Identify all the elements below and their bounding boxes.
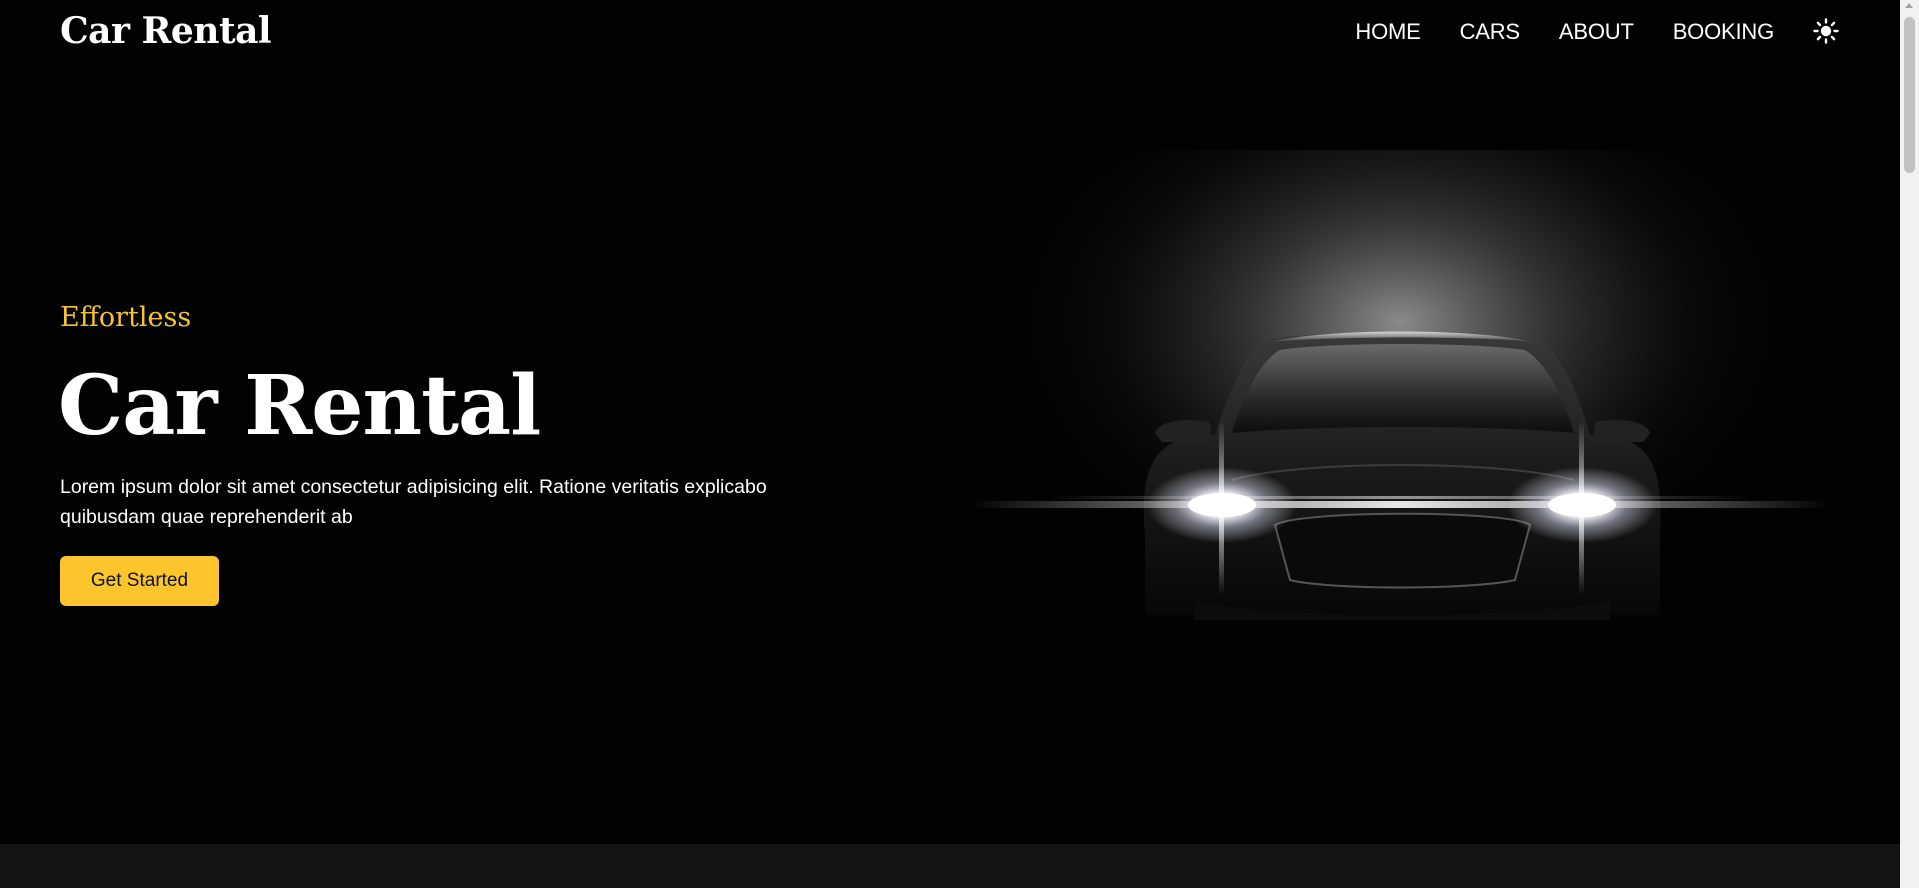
nav-link-cars[interactable]: CARS: [1460, 15, 1521, 49]
scroll-thumb[interactable]: [1904, 17, 1915, 173]
scroll-up-arrow-icon[interactable]: [1905, 3, 1913, 8]
nav-link-booking[interactable]: BOOKING: [1673, 15, 1774, 49]
theme-toggle-button[interactable]: [1811, 16, 1841, 46]
brand-logo[interactable]: Car Rental: [60, 8, 272, 54]
get-started-button[interactable]: Get Started: [60, 556, 219, 606]
nav-menu: HOME CARS ABOUT BOOKING: [1355, 15, 1774, 49]
page-scrollbar[interactable]: [1900, 0, 1919, 888]
next-section: [0, 844, 1900, 888]
nav-link-about[interactable]: ABOUT: [1559, 15, 1634, 49]
nav-link-home[interactable]: HOME: [1355, 15, 1420, 49]
hero-eyebrow: Effortless: [60, 302, 192, 333]
hero-car-image: [970, 90, 1830, 680]
hero-title: Car Rental: [58, 358, 541, 454]
hero-description: Lorem ipsum dolor sit amet consectetur a…: [60, 476, 767, 528]
hero-content: Effortless Car Rental Lorem ipsum dolor …: [58, 298, 860, 606]
page: Car Rental HOME CARS ABOUT BOOKING Effor…: [0, 0, 1900, 888]
navbar: Car Rental HOME CARS ABOUT BOOKING: [0, 0, 1900, 64]
sun-icon: [1813, 18, 1839, 44]
